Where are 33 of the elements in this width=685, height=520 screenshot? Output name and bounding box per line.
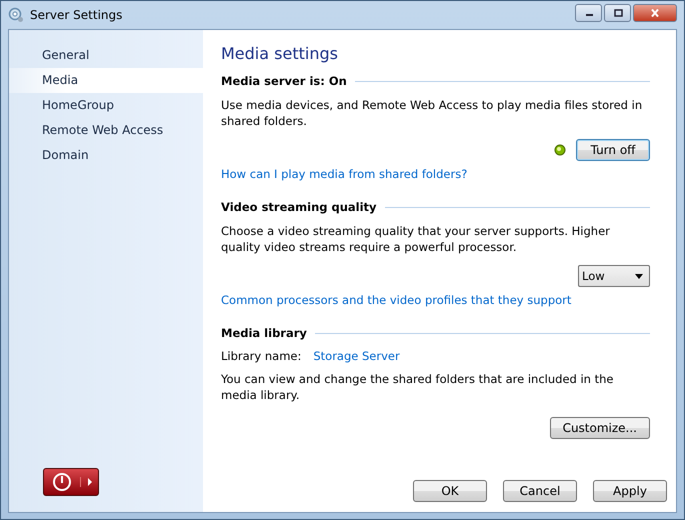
minimize-button[interactable] [575,4,602,22]
sidebar-item[interactable]: Domain [9,143,203,168]
dialog-button[interactable]: Apply [593,480,667,502]
processors-link[interactable]: Common processors and the video profiles that they support [221,293,650,307]
arrow-right-icon [80,477,94,487]
maximize-icon [612,9,624,17]
description: Choose a video streaming quality that your server supports. Higher quality video streams require a powerful processor. [221,223,611,255]
dialog-button[interactable]: OK [413,480,487,502]
customize-button[interactable]: Customize... [550,417,650,439]
page-title: Media settings [221,44,339,63]
section-heading: Media library [221,326,307,340]
sidebar-item[interactable]: General [9,43,203,68]
dropdown-arrow-icon [635,274,643,278]
section-heading: Media server is: On [221,74,347,88]
gear-icon [8,7,24,23]
dialog-button[interactable]: Cancel [503,480,577,502]
sidebar-item[interactable]: Media [9,68,203,93]
help-link[interactable]: How can I play media from shared folders? [221,167,650,181]
power-icon [52,472,72,492]
library-name-link[interactable]: Storage Server [313,349,400,363]
sidebar-item[interactable]: Remote Web Access [9,118,203,143]
turn-off-button[interactable]: Turn off [576,139,650,161]
sidebar-item[interactable]: HomeGroup [9,93,203,118]
description: You can view and change the shared folders that are included in the media library. [221,371,614,403]
close-icon [649,9,661,17]
power-button[interactable] [43,468,99,496]
window-title: Server Settings [30,8,122,22]
description: Use media devices, and Remote Web Access to play media files stored in shared folders. [221,97,644,129]
section-heading: Video streaming quality [221,200,377,214]
field-label: Library name: [221,349,302,363]
quality-dropdown[interactable]: Low [578,265,650,287]
close-button[interactable] [633,4,677,22]
maximize-button[interactable] [604,4,631,22]
